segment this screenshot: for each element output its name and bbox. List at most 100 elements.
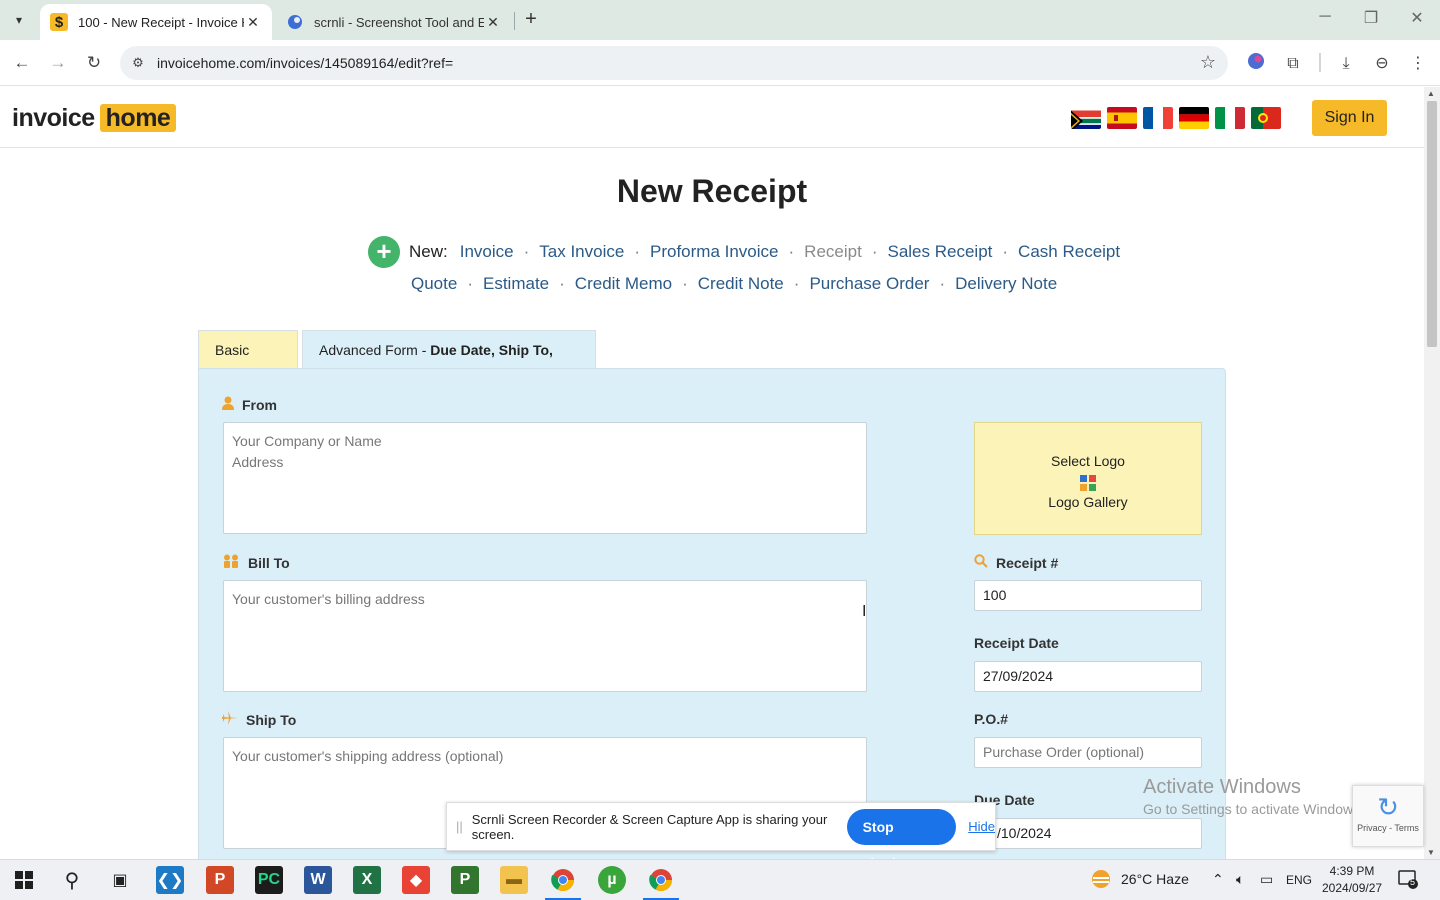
- receipt-date-input[interactable]: 27/09/2024: [974, 661, 1202, 692]
- doc-link-proforma-invoice[interactable]: Proforma Invoice: [650, 242, 779, 262]
- minus-circle-icon[interactable]: ⊖: [1370, 52, 1394, 76]
- search-icon[interactable]: ⚲: [58, 866, 86, 894]
- close-tab-icon[interactable]: ✕: [484, 14, 502, 31]
- select-logo-box[interactable]: Select Logo Logo Gallery: [974, 422, 1202, 535]
- doc-link-estimate[interactable]: Estimate: [483, 274, 549, 294]
- minimize-icon[interactable]: ─: [1310, 8, 1340, 26]
- doc-link-delivery-note[interactable]: Delivery Note: [955, 274, 1057, 294]
- bill-to-label-text: Bill To: [248, 555, 290, 571]
- scroll-down-arrow-icon[interactable]: ▼: [1427, 848, 1435, 857]
- pycharm-icon[interactable]: PC: [255, 866, 283, 894]
- chevron-up-icon[interactable]: ⌃: [1212, 871, 1224, 888]
- bookmark-star-icon[interactable]: ☆: [1200, 52, 1216, 73]
- south-africa-flag[interactable]: [1071, 107, 1101, 129]
- page-scrollbar[interactable]: ▲ ▼: [1424, 87, 1440, 859]
- ship-to-label: Ship To: [222, 711, 296, 729]
- receipt-number-input[interactable]: 100: [974, 580, 1202, 611]
- doc-link-credit-memo[interactable]: Credit Memo: [575, 274, 672, 294]
- receipt-number-label: Receipt #: [974, 554, 1058, 572]
- address-bar[interactable]: ⚙ invoicehome.com/invoices/145089164/edi…: [120, 46, 1228, 80]
- recaptcha-badge[interactable]: ↻ Privacy - Terms: [1352, 785, 1424, 847]
- separator-dot: ·: [634, 242, 640, 261]
- new-tab-icon[interactable]: +: [520, 8, 542, 30]
- browser-tab-scrnli[interactable]: scrnli - Screenshot Tool and Edi ✕: [276, 4, 512, 40]
- windows-start-icon[interactable]: [10, 866, 38, 894]
- system-clock[interactable]: 4:39 PM 2024/09/27: [1322, 863, 1382, 897]
- page-title: New Receipt: [616, 173, 808, 209]
- doc-link-invoice[interactable]: Invoice: [460, 242, 514, 262]
- doc-link-purchase-order[interactable]: Purchase Order: [809, 274, 929, 294]
- tab-title: scrnli - Screenshot Tool and Edi: [314, 14, 484, 30]
- tab-advanced-prefix: Advanced Form -: [319, 342, 431, 358]
- france-flag[interactable]: [1143, 107, 1173, 129]
- plus-icon[interactable]: +: [368, 236, 400, 268]
- scrnli-icon: [286, 13, 304, 31]
- tab-basic-form[interactable]: Basic Form: [198, 330, 298, 397]
- back-icon[interactable]: ←: [9, 50, 35, 76]
- scrollbar-thumb[interactable]: [1427, 101, 1437, 347]
- network-icon[interactable]: ▭: [1260, 871, 1273, 888]
- utorrent-icon[interactable]: µ: [598, 866, 626, 894]
- profile-extension-icon[interactable]: [1244, 52, 1268, 76]
- file-explorer-icon[interactable]: ▬: [500, 866, 528, 894]
- more-menu-icon[interactable]: ⋮: [1406, 52, 1430, 76]
- text-cursor-icon: I: [862, 603, 867, 620]
- separator-dot: ·: [871, 242, 878, 261]
- weather-icon[interactable]: [1090, 868, 1112, 893]
- notification-center-icon[interactable]: 5: [1398, 869, 1418, 892]
- logo-gallery-link[interactable]: Logo Gallery: [975, 494, 1201, 510]
- word-icon[interactable]: W: [304, 866, 332, 894]
- speaker-icon[interactable]: 🔈︎: [1236, 871, 1244, 888]
- vscode-icon[interactable]: ❮❯: [156, 866, 184, 894]
- activate-windows-subtitle: Go to Settings to activate Windows.: [1143, 801, 1364, 817]
- powerpoint-icon[interactable]: P: [206, 866, 234, 894]
- site-header: invoice home Sign In: [0, 87, 1424, 148]
- stop-sharing-button[interactable]: Stop sharing: [846, 808, 957, 871]
- recaptcha-terms[interactable]: Privacy - Terms: [1353, 823, 1423, 833]
- due-date-input[interactable]: /10/2024: [974, 818, 1202, 849]
- doc-link-quote[interactable]: Quote: [411, 274, 457, 294]
- italy-flag[interactable]: [1215, 107, 1245, 129]
- anydesk-icon[interactable]: ◆: [402, 866, 430, 894]
- forward-icon[interactable]: →: [45, 50, 71, 76]
- from-textarea[interactable]: Your Company or Name Address: [223, 422, 867, 534]
- restore-icon[interactable]: ❐: [1356, 8, 1386, 28]
- separator-dot: ·: [793, 274, 800, 293]
- language-indicator[interactable]: ENG: [1286, 873, 1312, 887]
- weather-text[interactable]: 26°C Haze: [1121, 871, 1189, 887]
- sign-in-button[interactable]: Sign In: [1312, 100, 1387, 136]
- close-window-icon[interactable]: ✕: [1402, 8, 1432, 28]
- bill-to-label: Bill To: [222, 554, 290, 572]
- task-view-icon[interactable]: ▣: [106, 866, 134, 894]
- url-text[interactable]: invoicehome.com/invoices/145089164/edit?…: [157, 55, 453, 71]
- spain-flag[interactable]: [1107, 107, 1137, 129]
- separator-dot: ·: [1002, 242, 1009, 261]
- chrome-icon[interactable]: [545, 866, 581, 900]
- extensions-puzzle-icon[interactable]: ⧉: [1281, 52, 1305, 76]
- close-tab-icon[interactable]: ✕: [244, 14, 262, 31]
- tab-search-chevron-icon[interactable]: ▾: [6, 7, 32, 33]
- site-info-icon[interactable]: ⚙: [128, 53, 148, 73]
- tab-advanced-form[interactable]: Advanced Form - Due Date, Ship To, Qty: [302, 330, 596, 397]
- bill-to-textarea[interactable]: Your customer's billing address: [223, 580, 867, 692]
- chrome-profile-icon[interactable]: [643, 866, 679, 900]
- excel-icon[interactable]: X: [353, 866, 381, 894]
- browser-tab-invoice[interactable]: $ 100 - New Receipt - Invoice Ho ✕: [40, 4, 272, 40]
- logo-text-invoice: invoice: [12, 103, 95, 132]
- doc-link-tax-invoice[interactable]: Tax Invoice: [539, 242, 624, 262]
- germany-flag[interactable]: [1179, 107, 1209, 129]
- scroll-up-arrow-icon[interactable]: ▲: [1427, 89, 1435, 98]
- po-input[interactable]: Purchase Order (optional): [974, 737, 1202, 768]
- doc-link-sales-receipt[interactable]: Sales Receipt: [887, 242, 992, 262]
- hide-sharing-bar-link[interactable]: Hide: [968, 819, 995, 834]
- doc-link-credit-note[interactable]: Credit Note: [698, 274, 784, 294]
- toolbar-divider: |: [1317, 51, 1323, 73]
- separator-dot: ·: [559, 274, 565, 293]
- drag-handle-icon[interactable]: ||: [456, 819, 463, 834]
- reload-icon[interactable]: ↻: [81, 50, 107, 76]
- doc-link-cash-receipt[interactable]: Cash Receipt: [1018, 242, 1120, 262]
- portugal-flag[interactable]: [1251, 107, 1281, 129]
- invoicehome-logo[interactable]: invoice home: [12, 103, 177, 132]
- download-icon[interactable]: ⤓: [1334, 52, 1358, 76]
- project-icon[interactable]: P: [451, 866, 479, 894]
